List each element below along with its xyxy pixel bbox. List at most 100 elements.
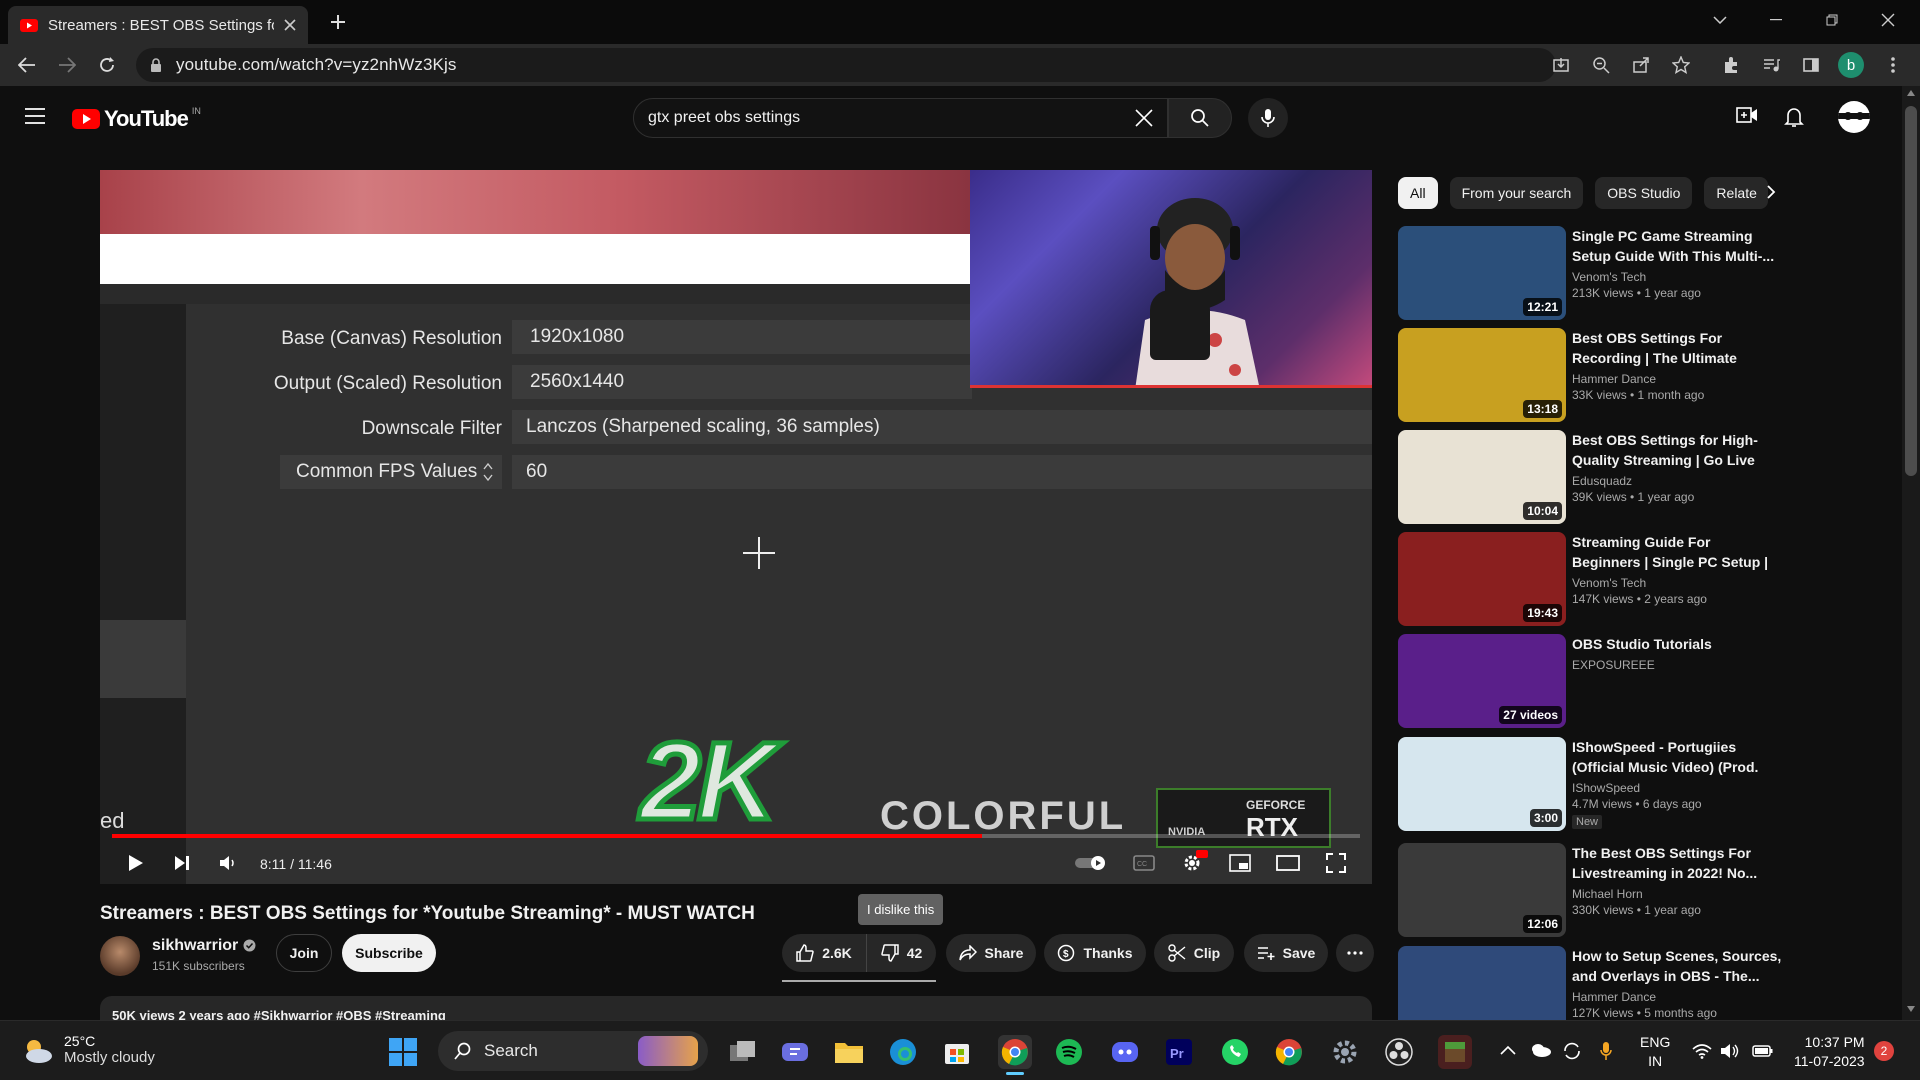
speaker-icon[interactable] [1720,1043,1740,1059]
battery-icon[interactable] [1752,1043,1774,1059]
tab-search-icon[interactable] [1692,0,1748,40]
taskbar-search[interactable]: Search [438,1031,708,1071]
chips-next-icon[interactable] [1766,184,1776,200]
start-button[interactable] [386,1035,420,1069]
related-video-channel[interactable]: Michael Horn [1572,887,1782,901]
obs-studio-icon[interactable] [1382,1035,1416,1069]
related-video-channel[interactable]: Venom's Tech [1572,576,1782,590]
restore-icon[interactable] [1804,0,1860,40]
browser-menu-icon[interactable] [1876,48,1910,82]
new-tab-icon[interactable] [326,10,350,34]
progress-bar[interactable] [112,834,1360,838]
microsoft-store-icon[interactable] [940,1035,974,1069]
video-thumbnail[interactable]: 27 videos [1398,634,1566,728]
page-scrollbar[interactable] [1902,86,1920,1020]
weather-widget[interactable]: 25°C Mostly cloudy [20,1033,155,1066]
video-thumbnail[interactable]: 12:06 [1398,843,1566,937]
chip-from-your-search[interactable]: From your search [1449,177,1584,209]
chrome-active-icon[interactable] [998,1035,1032,1075]
discord-icon[interactable] [1108,1035,1142,1069]
chip-all[interactable]: All [1398,177,1438,209]
next-button[interactable] [164,848,200,878]
whatsapp-icon[interactable] [1218,1035,1252,1069]
bookmark-star-icon[interactable] [1664,48,1698,82]
scroll-down-icon[interactable] [1907,1006,1915,1012]
show-hidden-icons[interactable] [1500,1045,1516,1055]
onedrive-icon[interactable] [1530,1043,1552,1057]
spotify-icon[interactable] [1052,1035,1086,1069]
settings-gear-icon[interactable] [1328,1035,1362,1069]
premiere-pro-icon[interactable]: Pr [1162,1035,1196,1069]
media-queue-icon[interactable] [1754,48,1788,82]
video-player[interactable]: Base (Canvas) Resolution 1920x1080 Outpu… [100,170,1372,884]
related-video-title[interactable]: Single PC Game Streaming Setup Guide Wit… [1572,226,1782,266]
related-video-channel[interactable]: IShowSpeed [1572,781,1782,795]
video-thumbnail[interactable]: 12:21 [1398,226,1566,320]
channel-name-row[interactable]: sikhwarrior [152,937,256,955]
related-video-channel[interactable]: Edusquadz [1572,474,1782,488]
install-app-icon[interactable] [1544,48,1578,82]
related-video-title[interactable]: IShowSpeed - Portugiies (Official Music … [1572,737,1782,777]
related-video-item[interactable]: 12:06 The Best OBS Settings For Livestrea… [1398,843,1878,939]
clock[interactable]: 10:37 PM 11-07-2023 [1794,1033,1865,1071]
share-button[interactable]: Share [946,934,1036,972]
search-input[interactable]: gtx preet obs settings [633,98,1168,138]
scrollbar-thumb[interactable] [1905,106,1917,476]
related-video-item[interactable]: 12:21 Single PC Game Streaming Setup Guid… [1398,226,1878,322]
file-explorer-icon[interactable] [832,1035,866,1069]
volume-button[interactable] [210,848,246,878]
video-thumbnail[interactable]: 3:00 [1398,737,1566,831]
more-actions-button[interactable] [1336,934,1374,972]
account-avatar[interactable] [1838,101,1870,133]
forward-icon[interactable] [48,46,86,84]
channel-avatar[interactable] [100,936,140,976]
chip-related[interactable]: Relate [1704,177,1769,209]
related-video-item[interactable]: 10:04 Best OBS Settings for High-Quality … [1398,430,1878,526]
related-video-channel[interactable]: Hammer Dance [1572,990,1782,1004]
reload-icon[interactable] [88,46,126,84]
fullscreen-button[interactable] [1318,848,1354,878]
related-video-title[interactable]: The Best OBS Settings For Livestreaming … [1572,843,1782,883]
save-button[interactable]: Save [1244,934,1328,972]
clip-button[interactable]: Clip [1154,934,1234,972]
related-video-item[interactable]: 3:00 IShowSpeed - Portugiies (Official Mu… [1398,737,1878,833]
task-view-icon[interactable] [726,1035,760,1069]
clear-search-icon[interactable] [1121,109,1167,127]
close-window-icon[interactable] [1860,0,1916,40]
notification-badge[interactable]: 2 [1874,1041,1894,1061]
back-icon[interactable] [8,46,46,84]
extensions-icon[interactable] [1714,48,1748,82]
autoplay-toggle[interactable] [1072,848,1112,878]
url-field[interactable]: youtube.com/watch?v=yz2nhWz3Kjs [136,48,1556,82]
subtitles-button[interactable]: CC [1126,848,1162,878]
chrome-icon[interactable] [1272,1035,1306,1069]
related-video-item[interactable]: 27 videos OBS Studio Tutorials EXPOSUREEE [1398,634,1878,730]
share-icon[interactable] [1624,48,1658,82]
related-video-title[interactable]: Best OBS Settings for High-Quality Strea… [1572,430,1782,470]
youtube-logo[interactable]: YouTube IN [72,106,201,132]
voice-search-button[interactable] [1248,98,1288,138]
minecraft-icon[interactable] [1438,1035,1472,1069]
wifi-icon[interactable] [1692,1043,1712,1059]
edge-browser-icon[interactable] [886,1035,920,1069]
video-thumbnail[interactable]: 13:18 [1398,328,1566,422]
zoom-icon[interactable] [1584,48,1618,82]
join-button[interactable]: Join [276,934,332,972]
related-video-channel[interactable]: Hammer Dance [1572,372,1782,386]
related-video-title[interactable]: Best OBS Settings For Recording | The Ul… [1572,328,1782,368]
side-panel-icon[interactable] [1794,48,1828,82]
related-video-item[interactable]: 13:18 Best OBS Settings For Recording | T… [1398,328,1878,424]
miniplayer-button[interactable] [1222,848,1258,878]
related-video-title[interactable]: OBS Studio Tutorials [1572,634,1782,654]
menu-icon[interactable] [24,108,46,124]
theater-mode-button[interactable] [1270,848,1306,878]
related-video-channel[interactable]: EXPOSUREEE [1572,658,1782,672]
related-video-channel[interactable]: Venom's Tech [1572,270,1782,284]
subscribe-button[interactable]: Subscribe [342,934,436,972]
browser-tab[interactable]: Streamers : BEST OBS Settings fo [8,6,308,44]
notifications-bell-icon[interactable] [1784,106,1804,128]
related-video-title[interactable]: How to Setup Scenes, Sources, and Overla… [1572,946,1782,986]
search-button[interactable] [1168,98,1232,138]
chip-obs-studio[interactable]: OBS Studio [1595,177,1693,209]
video-thumbnail[interactable]: 19:43 [1398,532,1566,626]
